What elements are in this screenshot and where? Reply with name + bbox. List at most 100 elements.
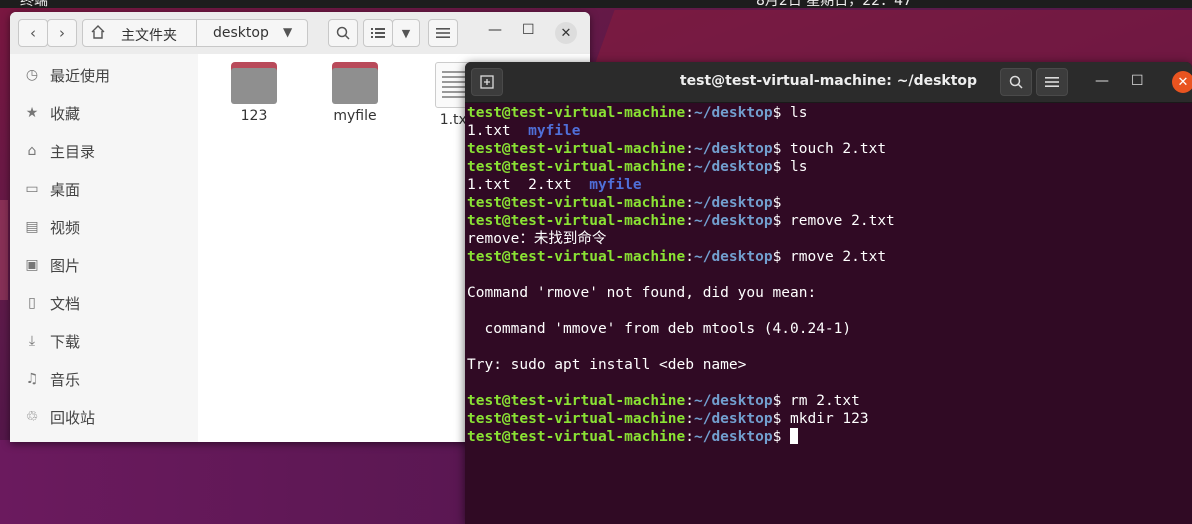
maximize-icon[interactable]: ☐	[522, 22, 535, 38]
prompt-user: test@test-virtual-machine	[467, 105, 686, 121]
terminal-output[interactable]: test@test-virtual-machine:~/desktop$ ls 1…	[467, 104, 1187, 446]
command-text: touch 2.txt	[790, 141, 887, 157]
path-crumb-current[interactable]: desktop	[213, 25, 269, 41]
sidebar-item-label: 下载	[50, 332, 81, 351]
maximize-icon[interactable]: ☐	[1131, 73, 1144, 89]
terminal-line: test@test-virtual-machine:~/desktop$ mkd…	[467, 411, 869, 427]
file-name: 123	[240, 108, 268, 124]
command-text: mkdir 123	[790, 411, 869, 427]
forward-button[interactable]: ›	[47, 19, 77, 47]
terminal-menu-button[interactable]	[1036, 68, 1068, 96]
back-button[interactable]: ‹	[18, 19, 48, 47]
home-icon	[91, 25, 105, 43]
prompt-path: ~/desktop	[693, 213, 773, 229]
sidebar-item[interactable]: ⌂ 主目录	[10, 136, 198, 166]
chevron-down-icon[interactable]: ▼	[283, 25, 292, 39]
file-manager-headerbar: ‹ › 主文件夹 desktop ▼ ▼ — ☐ ✕	[10, 12, 590, 55]
clock-icon: ◷	[25, 67, 39, 83]
terminal-line: test@test-virtual-machine:~/desktop$ rem…	[467, 213, 895, 229]
search-icon	[336, 26, 350, 40]
sidebar-item[interactable]: ▣ 图片	[10, 250, 198, 280]
hamburger-icon	[1045, 77, 1059, 87]
folder-icon	[332, 62, 378, 104]
active-app-label[interactable]: 终端	[20, 0, 48, 10]
sidebar-item-label: 视频	[50, 218, 81, 237]
terminal-line: 1.txt 2.txt myfile	[467, 176, 1187, 194]
sidebar-item[interactable]: ★ 收藏	[10, 98, 198, 128]
terminal-line: test@test-virtual-machine:~/desktop$	[467, 428, 1187, 446]
terminal-line: test@test-virtual-machine:~/desktop$ ls	[467, 105, 808, 121]
command-text: remove 2.txt	[790, 213, 895, 229]
minimize-icon[interactable]: —	[488, 22, 502, 38]
sidebar-item-label: 回收站	[50, 408, 96, 427]
sidebar-item[interactable]: ♫ 音乐	[10, 364, 198, 394]
close-button[interactable]: ✕	[1172, 71, 1192, 93]
close-icon: ✕	[1177, 74, 1189, 90]
chevron-left-icon: ‹	[30, 24, 36, 42]
sidebar-item-label: 文档	[50, 294, 81, 313]
terminal-line: test@test-virtual-machine:~/desktop$ tou…	[467, 141, 887, 157]
sidebar-item[interactable]: ▤ 视频	[10, 212, 198, 242]
terminal-line: 1.txt myfile	[467, 122, 1187, 140]
ls-file: 1.txt	[467, 123, 529, 139]
terminal-line: command 'mmove' from deb mtools (4.0.24-…	[467, 321, 852, 337]
places-sidebar: ◷ 最近使用 ★ 收藏 ⌂ 主目录 ▭ 桌面 ▤ 视频 ▣ 图片 ▯ 文档 ⤓ 下载 ♫ 音乐 ♲ 回收站	[10, 54, 199, 442]
terminal-line: test@test-virtual-machine:~/desktop$ rm …	[467, 393, 860, 409]
terminal-window: test@test-virtual-machine: ~/desktop — ☐…	[465, 62, 1192, 524]
close-button[interactable]: ✕	[555, 22, 577, 44]
prompt-path: ~/desktop	[693, 393, 773, 409]
prompt-user: test@test-virtual-machine	[467, 195, 686, 211]
prompt-user: test@test-virtual-machine	[467, 411, 686, 427]
sidebar-item-label: 音乐	[50, 370, 81, 389]
terminal-line: Command 'rmove' not found, did you mean:	[467, 285, 817, 301]
sidebar-item-label: 图片	[50, 256, 81, 275]
view-options-button[interactable]: ▼	[392, 19, 420, 47]
terminal-title: test@test-virtual-machine: ~/desktop	[679, 73, 978, 89]
sidebar-item-label: 桌面	[50, 180, 81, 199]
menu-button[interactable]	[428, 19, 458, 47]
sidebar-item[interactable]: ▯ 文档	[10, 288, 198, 318]
trash-icon: ♲	[25, 409, 39, 425]
path-bar[interactable]: 主文件夹 desktop ▼	[82, 19, 308, 47]
dock-edge	[0, 200, 8, 300]
minimize-icon[interactable]: —	[1095, 73, 1109, 89]
terminal-line: test@test-virtual-machine:~/desktop$ ls	[467, 159, 808, 175]
top-bar: 终端 8月2日 星期日，22：47	[0, 0, 1192, 10]
command-text: ls	[790, 159, 808, 175]
file-name: myfile	[333, 108, 377, 124]
terminal-line: test@test-virtual-machine:~/desktop$ rmo…	[467, 249, 887, 265]
sidebar-item[interactable]: ⤓ 下载	[10, 326, 198, 356]
search-icon	[1009, 75, 1023, 89]
sidebar-item[interactable]: ▭ 桌面	[10, 174, 198, 204]
folder-item[interactable]: myfile	[315, 62, 395, 124]
terminal-line: remove：未找到命令	[467, 231, 607, 247]
hamburger-icon	[436, 28, 450, 38]
list-view-icon	[371, 28, 385, 38]
download-icon: ⤓	[28, 333, 36, 349]
prompt-user: test@test-virtual-machine	[467, 393, 686, 409]
sidebar-item[interactable]: ♲ 回收站	[10, 402, 198, 432]
command-text: rm 2.txt	[790, 393, 860, 409]
wallpaper-shape	[0, 440, 470, 524]
view-list-button[interactable]	[363, 19, 393, 47]
command-text: rmove 2.txt	[790, 249, 887, 265]
prompt-path: ~/desktop	[693, 159, 773, 175]
desktop-icon: ▭	[25, 181, 39, 197]
ls-directory: myfile	[528, 123, 581, 139]
sidebar-item[interactable]: ◷ 最近使用	[10, 60, 198, 90]
home-icon: ⌂	[27, 143, 37, 159]
prompt-user: test@test-virtual-machine	[467, 159, 686, 175]
terminal-search-button[interactable]	[1000, 68, 1032, 96]
search-button[interactable]	[328, 19, 358, 47]
ls-file: 1.txt 2.txt	[467, 177, 590, 193]
path-crumb-home[interactable]: 主文件夹	[121, 25, 177, 45]
prompt-path: ~/desktop	[693, 195, 773, 211]
music-icon: ♫	[25, 371, 39, 387]
folder-item[interactable]: 123	[214, 62, 294, 124]
close-icon: ✕	[560, 25, 572, 41]
clock[interactable]: 8月2日 星期日，22：47	[756, 0, 912, 10]
chevron-right-icon: ›	[59, 24, 65, 42]
star-icon: ★	[25, 105, 39, 121]
